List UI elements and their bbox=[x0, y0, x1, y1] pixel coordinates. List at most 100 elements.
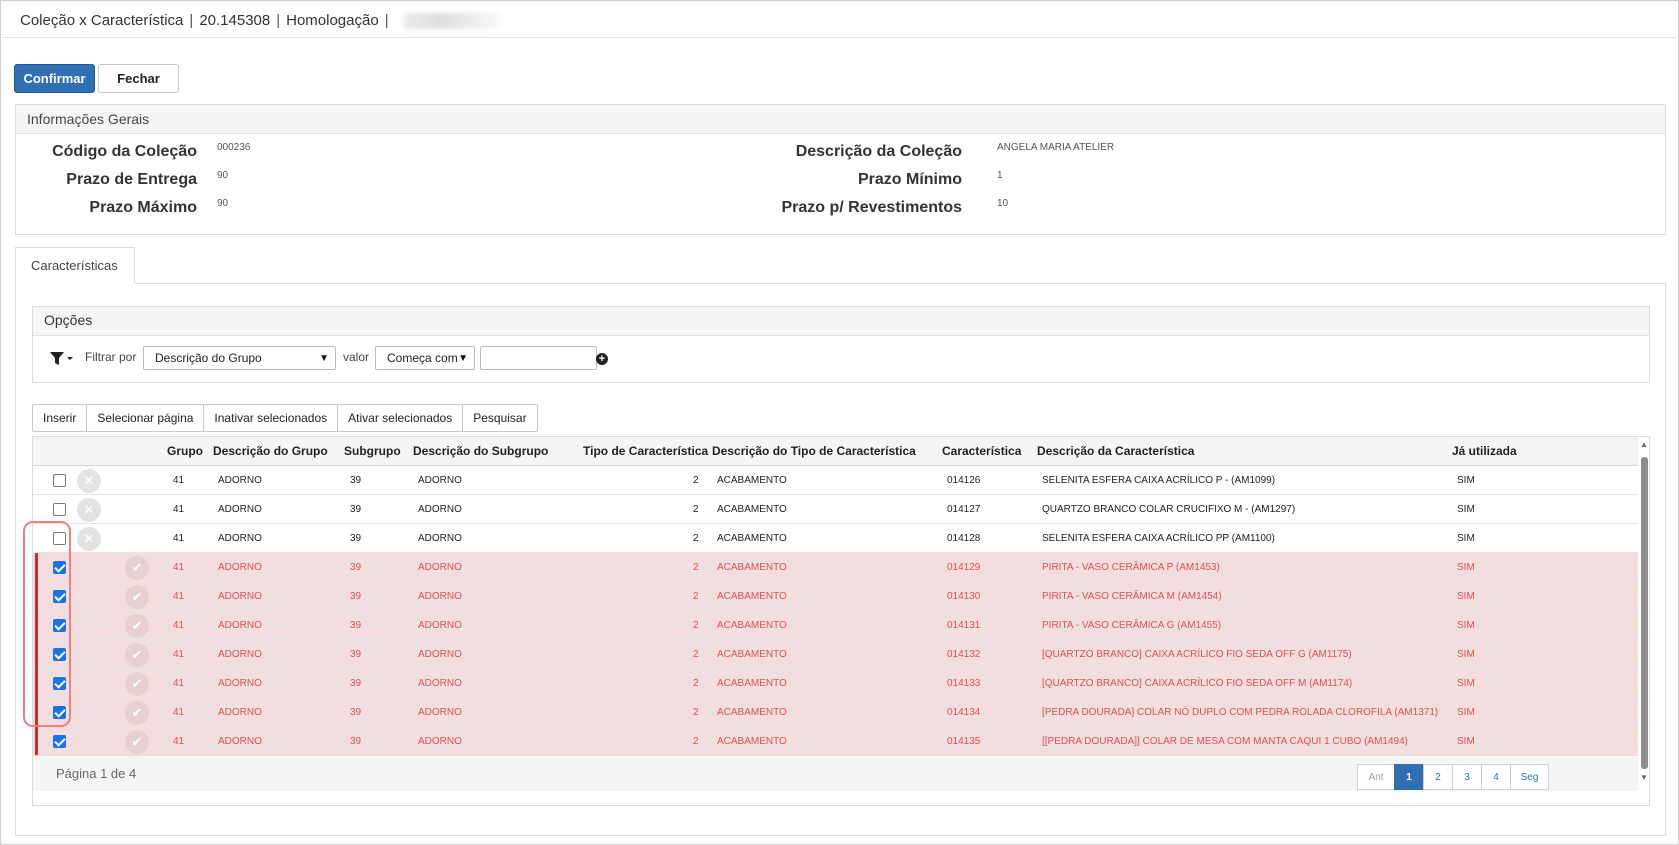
operator-select[interactable]: Começa com ▼ bbox=[375, 346, 475, 370]
cell-descricao-tipo: ACABAMENTO bbox=[717, 504, 787, 515]
row-checkbox[interactable] bbox=[53, 706, 66, 719]
grid-scrollbar[interactable]: ▲ ▼ bbox=[1638, 437, 1649, 791]
row-checkbox[interactable] bbox=[53, 735, 66, 748]
insert-button[interactable]: Inserir bbox=[32, 404, 88, 432]
table-row[interactable]: ✔ 41 ADORNO 39 ADORNO 2 ACABAMENTO 014129 PIRITA… bbox=[33, 553, 1638, 584]
prazo-entrega-value: 90 bbox=[217, 170, 229, 181]
table-row[interactable]: ✕ 41 ADORNO 39 ADORNO 2 ACABAMENTO 014126 SELENI… bbox=[33, 466, 1638, 495]
deactivate-x-icon[interactable]: ✕ bbox=[77, 527, 101, 551]
cell-descricao-grupo: ADORNO bbox=[218, 707, 262, 718]
activate-check-icon[interactable]: ✔ bbox=[125, 614, 149, 638]
table-row[interactable]: ✔ 41 ADORNO 39 ADORNO 2 ACABAMENTO 014130 PIRITA… bbox=[33, 582, 1638, 613]
codigo-colecao-value: 000236 bbox=[217, 142, 251, 153]
activate-check-icon[interactable]: ✔ bbox=[125, 672, 149, 696]
row-checkbox[interactable] bbox=[53, 619, 66, 632]
page-2-button[interactable]: 2 bbox=[1423, 764, 1453, 790]
cell-subgrupo: 39 bbox=[350, 649, 362, 660]
chevron-down-icon: ▼ bbox=[319, 353, 329, 364]
activate-check-icon[interactable]: ✔ bbox=[125, 585, 149, 609]
cell-grupo: 41 bbox=[173, 678, 185, 689]
table-row[interactable]: ✔ 41 ADORNO 39 ADORNO 2 ACABAMENTO 014131 PIRITA… bbox=[33, 611, 1638, 642]
col-descricao-subgrupo[interactable]: Descrição do Subgrupo bbox=[413, 444, 548, 458]
page-1-button[interactable]: 1 bbox=[1394, 764, 1424, 790]
row-checkbox[interactable] bbox=[53, 503, 66, 516]
row-checkbox[interactable] bbox=[53, 648, 66, 661]
scroll-thumb[interactable] bbox=[1641, 457, 1648, 769]
col-descricao-grupo[interactable]: Descrição do Grupo bbox=[213, 444, 328, 458]
cell-tipo: 2 bbox=[693, 562, 699, 573]
title-separator: | bbox=[276, 12, 281, 29]
col-descricao-caracteristica[interactable]: Descrição da Característica bbox=[1037, 444, 1194, 458]
row-checkbox[interactable] bbox=[53, 590, 66, 603]
cell-grupo: 41 bbox=[173, 562, 185, 573]
table-row[interactable]: ✕ 41 ADORNO 39 ADORNO 2 ACABAMENTO 014127 QUARTZ… bbox=[33, 495, 1638, 524]
table-row[interactable]: ✔ 41 ADORNO 39 ADORNO 2 ACABAMENTO 014134 [PEDRA… bbox=[33, 698, 1638, 729]
deactivate-x-icon[interactable]: ✕ bbox=[77, 498, 101, 522]
pagination: Ant 1 2 3 4 Seg bbox=[1357, 764, 1549, 790]
activate-check-icon[interactable]: ✔ bbox=[125, 730, 149, 754]
col-subgrupo[interactable]: Subgrupo bbox=[344, 444, 401, 458]
cell-grupo: 41 bbox=[173, 504, 185, 515]
cell-descricao-subgrupo: ADORNO bbox=[418, 678, 462, 689]
title-version: 20.145308 bbox=[199, 12, 271, 29]
confirm-button[interactable]: Confirmar bbox=[14, 64, 95, 93]
cell-descricao-grupo: ADORNO bbox=[218, 678, 262, 689]
select-page-button[interactable]: Selecionar página bbox=[86, 404, 205, 432]
cell-subgrupo: 39 bbox=[350, 562, 362, 573]
search-button[interactable]: Pesquisar bbox=[462, 404, 538, 432]
activate-check-icon[interactable]: ✔ bbox=[125, 556, 149, 580]
cell-descricao-grupo: ADORNO bbox=[218, 562, 262, 573]
page-next-button[interactable]: Seg bbox=[1510, 764, 1549, 790]
activate-check-icon[interactable]: ✔ bbox=[125, 643, 149, 667]
page-3-button[interactable]: 3 bbox=[1452, 764, 1482, 790]
cell-descricao-subgrupo: ADORNO bbox=[418, 736, 462, 747]
cell-subgrupo: 39 bbox=[350, 620, 362, 631]
col-ja-utilizada[interactable]: Já utilizada bbox=[1452, 444, 1517, 458]
deactivate-x-icon[interactable]: ✕ bbox=[77, 469, 101, 493]
cell-caracteristica: 014127 bbox=[947, 504, 981, 515]
table-row[interactable]: ✕ 41 ADORNO 39 ADORNO 2 ACABAMENTO 014128 SELENI… bbox=[33, 524, 1638, 553]
table-row[interactable]: ✔ 41 ADORNO 39 ADORNO 2 ACABAMENTO 014132 [QUART… bbox=[33, 640, 1638, 671]
filter-value-input[interactable] bbox=[480, 346, 597, 370]
row-checkbox[interactable] bbox=[53, 677, 66, 690]
cell-grupo: 41 bbox=[173, 591, 185, 602]
activate-check-icon[interactable]: ✔ bbox=[125, 701, 149, 725]
table-row[interactable]: ✔ 41 ADORNO 39 ADORNO 2 ACABAMENTO 014135 [[PEDR… bbox=[33, 727, 1638, 758]
cell-descricao-tipo: ACABAMENTO bbox=[717, 591, 787, 602]
close-button[interactable]: Fechar bbox=[98, 64, 179, 93]
grid-footer: Página 1 de 4 Ant 1 2 3 4 Seg bbox=[33, 755, 1638, 791]
scroll-up-icon[interactable]: ▲ bbox=[1640, 440, 1648, 449]
col-grupo[interactable]: Grupo bbox=[167, 444, 203, 458]
cell-caracteristica: 014130 bbox=[947, 591, 981, 602]
col-caracteristica[interactable]: Característica bbox=[942, 444, 1021, 458]
cell-descricao-subgrupo: ADORNO bbox=[418, 475, 462, 486]
cell-subgrupo: 39 bbox=[350, 475, 362, 486]
page-4-button[interactable]: 4 bbox=[1481, 764, 1511, 790]
cell-descricao-subgrupo: ADORNO bbox=[418, 649, 462, 660]
cell-ja-utilizada: SIM bbox=[1457, 620, 1475, 631]
row-checkbox[interactable] bbox=[53, 532, 66, 545]
cell-subgrupo: 39 bbox=[350, 504, 362, 515]
scroll-down-icon[interactable]: ▼ bbox=[1640, 773, 1648, 782]
options-title: Opções bbox=[33, 307, 1649, 336]
add-filter-icon[interactable]: + bbox=[596, 353, 608, 365]
cell-descricao-caracteristica: PIRITA - VASO CERÂMICA G (AM1455) bbox=[1042, 620, 1222, 631]
filter-funnel-icon[interactable] bbox=[49, 351, 73, 367]
activate-selected-button[interactable]: Ativar selecionados bbox=[337, 404, 464, 432]
page-prev-button[interactable]: Ant bbox=[1357, 764, 1395, 790]
characteristics-grid: Grupo Descrição do Grupo Subgrupo Descri… bbox=[32, 436, 1650, 806]
cell-tipo: 2 bbox=[693, 707, 699, 718]
row-checkbox[interactable] bbox=[53, 561, 66, 574]
table-row[interactable]: ✔ 41 ADORNO 39 ADORNO 2 ACABAMENTO 014133 [QUART… bbox=[33, 669, 1638, 700]
filter-field-select[interactable]: Descrição do Grupo ▼ bbox=[143, 346, 336, 370]
tab-caracteristicas[interactable]: Características bbox=[15, 247, 135, 284]
descricao-colecao-label: Descrição da Coleção bbox=[795, 143, 962, 160]
col-tipo-caracteristica[interactable]: Tipo de Característica bbox=[583, 444, 708, 458]
deactivate-selected-button[interactable]: Inativar selecionados bbox=[203, 404, 339, 432]
inactive-marker bbox=[35, 553, 38, 584]
col-descricao-tipo[interactable]: Descrição do Tipo de Característica bbox=[712, 444, 916, 458]
prazo-maximo-value: 90 bbox=[217, 198, 229, 209]
filter-by-label: Filtrar por bbox=[85, 350, 137, 364]
cell-tipo: 2 bbox=[693, 620, 699, 631]
row-checkbox[interactable] bbox=[53, 474, 66, 487]
